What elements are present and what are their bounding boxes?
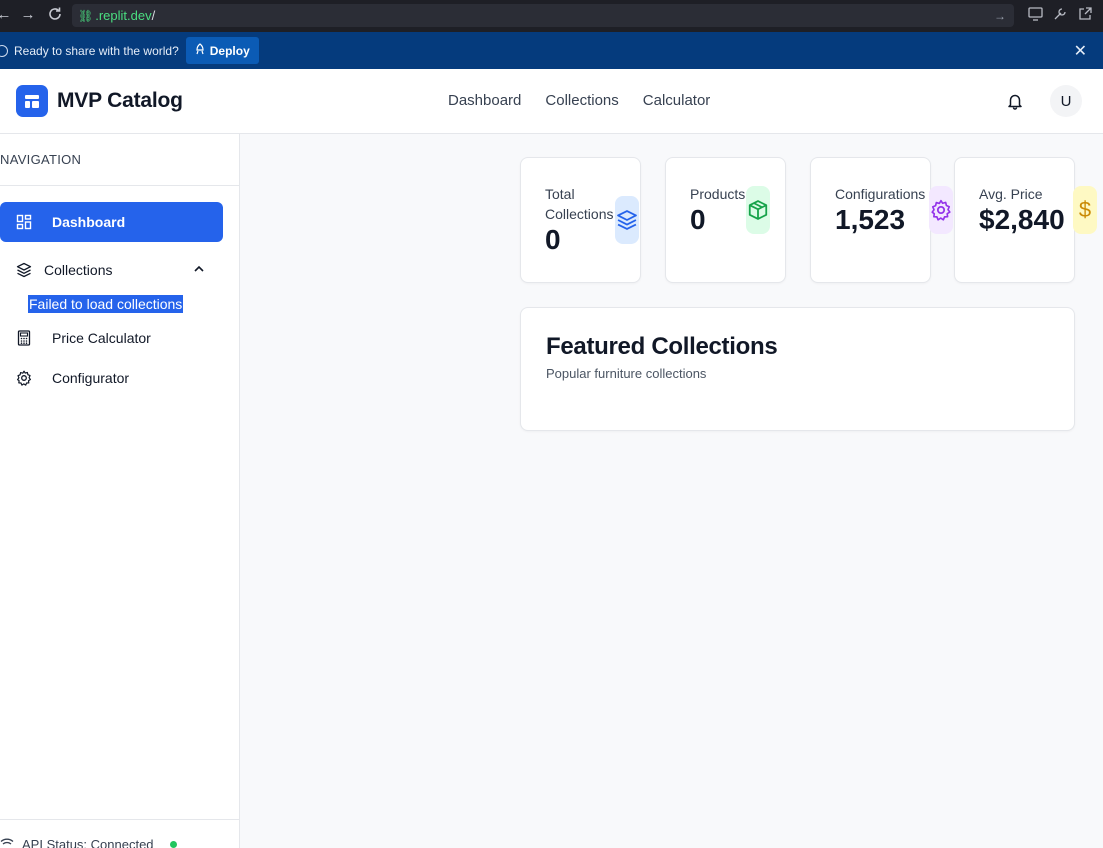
- sidebar-item-label: Configurator: [52, 370, 130, 386]
- layers-icon: [16, 262, 32, 278]
- logo-icon: [16, 85, 48, 117]
- deploy-label: Deploy: [209, 43, 250, 58]
- top-nav: Dashboard Collections Calculator: [448, 92, 710, 109]
- dollar-icon: $: [1073, 186, 1097, 234]
- stat-value: 1,523: [835, 204, 906, 235]
- sidebar-item-dashboard[interactable]: Dashboard: [0, 202, 223, 242]
- info-icon: [0, 44, 8, 57]
- api-status: API Status: Connected: [0, 837, 177, 848]
- stat-card-products: Products 0: [665, 157, 786, 283]
- sidebar-footer-divider: [0, 819, 239, 820]
- sidebar-item-collections[interactable]: Collections: [0, 250, 223, 290]
- rocket-icon: [195, 43, 205, 58]
- nav-collections[interactable]: Collections: [545, 92, 618, 109]
- featured-title: Featured Collections: [546, 333, 778, 360]
- sidebar-item-price-calculator[interactable]: Price Calculator: [0, 318, 223, 358]
- sidebar-title: NAVIGATION: [0, 152, 82, 167]
- sidebar: NAVIGATION Dashboard Collections Failed …: [0, 134, 240, 848]
- stat-card-avg-price: Avg. Price $2,840 $: [954, 157, 1097, 283]
- deploy-button[interactable]: Deploy: [185, 37, 259, 64]
- deploy-banner: Ready to share with the world? Deploy ✕: [0, 32, 1103, 69]
- url-host: .replit.dev: [95, 8, 152, 23]
- close-icon[interactable]: ✕: [1074, 41, 1087, 61]
- brand-title: MVP Catalog: [57, 89, 183, 112]
- gear-icon: [929, 186, 953, 234]
- api-status-text: API Status: Connected: [22, 837, 154, 848]
- featured-subtitle: Popular furniture collections: [546, 366, 707, 381]
- stat-label: Configurations: [835, 186, 926, 202]
- monitor-icon[interactable]: [1028, 7, 1043, 24]
- gear-icon: [16, 370, 32, 386]
- stat-value: 0: [545, 224, 561, 255]
- grid-icon: [16, 214, 32, 230]
- wifi-icon: [0, 837, 14, 848]
- address-bar[interactable]: ⛓ .replit.dev / →: [72, 4, 1014, 27]
- sidebar-item-label: Price Calculator: [52, 330, 151, 346]
- go-arrow-icon[interactable]: →: [994, 9, 1006, 23]
- stat-value: $2,840: [979, 204, 1065, 235]
- avatar[interactable]: U: [1050, 85, 1082, 117]
- forward-icon[interactable]: →: [16, 6, 40, 23]
- nav-calculator[interactable]: Calculator: [643, 92, 711, 109]
- stat-card-total-collections: Total Collections 0: [520, 157, 641, 283]
- collections-error-text: Failed to load collections: [28, 295, 184, 313]
- link-icon: ⛓: [78, 8, 94, 23]
- nav-dashboard[interactable]: Dashboard: [448, 92, 521, 109]
- layers-icon: [615, 196, 639, 244]
- featured-collections-card: Featured Collections Popular furniture c…: [520, 307, 1075, 431]
- chevron-up-icon[interactable]: [192, 262, 206, 276]
- stat-card-configurations: Configurations 1,523: [810, 157, 953, 283]
- stat-label: Total Collections: [545, 186, 614, 222]
- app-header: MVP Catalog Dashboard Collections Calcul…: [0, 69, 1103, 134]
- url-path: /: [151, 8, 156, 23]
- calculator-icon: [16, 330, 32, 346]
- package-icon: [746, 186, 770, 234]
- external-link-icon[interactable]: [1078, 7, 1093, 24]
- sidebar-item-configurator[interactable]: Configurator: [0, 358, 223, 398]
- banner-message: Ready to share with the world?: [14, 43, 179, 58]
- stat-value: 0: [690, 204, 706, 235]
- back-icon[interactable]: ←: [0, 6, 16, 23]
- wrench-icon[interactable]: [1053, 7, 1068, 24]
- sidebar-item-label: Dashboard: [52, 214, 126, 230]
- sidebar-divider: [0, 185, 239, 186]
- reload-icon[interactable]: [47, 6, 63, 27]
- bell-icon[interactable]: [1006, 92, 1024, 110]
- sidebar-item-label: Collections: [44, 262, 113, 278]
- stat-label: Avg. Price: [979, 186, 1043, 202]
- browser-toolbar: ← → ⛓ .replit.dev / →: [0, 0, 1103, 32]
- status-dot: [169, 841, 177, 848]
